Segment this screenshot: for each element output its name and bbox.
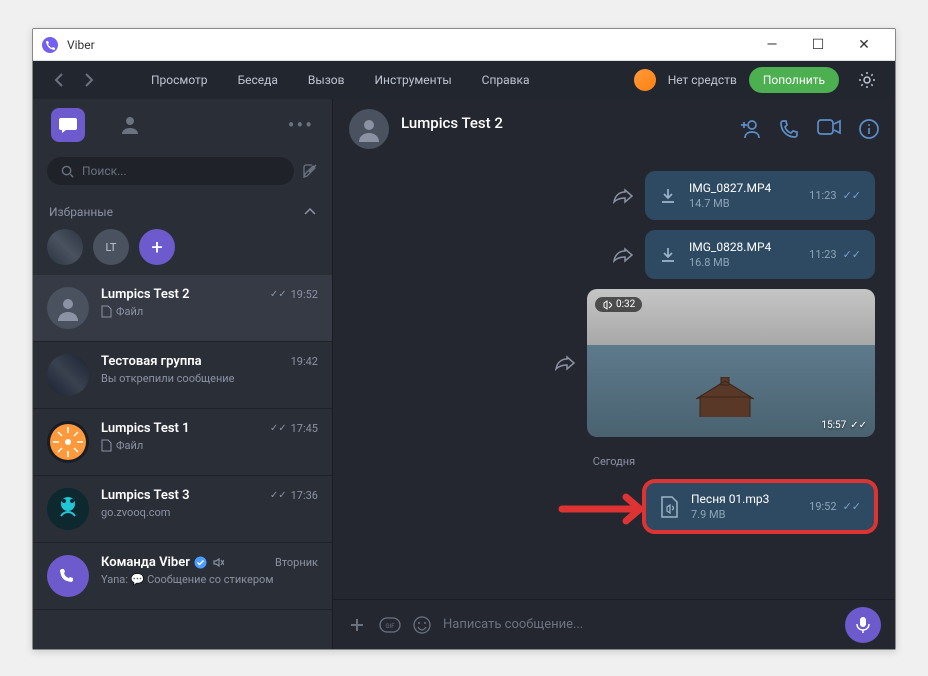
chat-name: Тестовая группа [101,354,291,369]
info-button[interactable] [859,119,879,139]
chat-avatar [47,287,89,329]
topup-button[interactable]: Пополнить [749,67,839,93]
file-message[interactable]: IMG_0827.MP4 14.7 MB 11:23✓✓ [645,171,875,220]
header-status [401,132,503,145]
mic-button[interactable] [845,607,881,643]
file-icon [101,439,112,452]
window-title: Viber [67,38,749,52]
menu-chat[interactable]: Беседа [224,73,292,87]
video-message[interactable]: 0:32 15:57 ✓✓ [587,289,875,437]
date-divider: Сегодня [353,447,875,472]
menu-call[interactable]: Вызов [294,73,359,87]
chat-item[interactable]: Lumpics Test 2✓✓19:52 Файл [33,275,332,342]
header-avatar[interactable] [349,109,389,149]
close-button[interactable]: ✕ [841,29,887,60]
favorites-row: LT + [33,225,332,275]
chat-name: Lumpics Test 1 [101,421,270,436]
menubar: Просмотр Беседа Вызов Инструменты Справк… [33,61,895,99]
chat-header: Lumpics Test 2 [333,99,895,159]
sidebar: ••• Поиск... Избранные LT + [33,99,333,649]
sticker-button[interactable] [413,616,431,634]
contacts-tab[interactable] [113,108,147,142]
verified-icon [194,556,207,569]
video-call-button[interactable] [817,119,841,139]
settings-button[interactable] [851,70,883,90]
nav-back-button[interactable] [45,66,73,94]
search-input[interactable]: Поиск... [47,157,294,185]
fav-avatar-1[interactable] [47,229,83,265]
download-icon [659,246,677,264]
file-icon [101,305,112,318]
chat-item[interactable]: Lumpics Test 1✓✓17:45 Файл [33,409,332,476]
download-icon [659,187,677,205]
file-message[interactable]: IMG_0828.MP4 16.8 MB 11:23✓✓ [645,230,875,279]
composer: GIF Написать сообщение... [333,599,895,649]
compose-button[interactable] [302,163,318,179]
chat-item[interactable]: Lumpics Test 3✓✓17:36 go.zvooq.com [33,476,332,543]
add-contact-button[interactable] [739,119,761,139]
chat-list: Lumpics Test 2✓✓19:52 Файл Тестовая груп… [33,275,332,649]
chat-item[interactable]: Команда Viber Вторник Yana: 💬 Сообщение … [33,543,332,610]
chat-item[interactable]: Тестовая группа19:42 Вы открепили сообще… [33,342,332,409]
fav-add-button[interactable]: + [139,229,175,265]
file-message-highlighted[interactable]: Песня 01.mp3 7.9 MB 19:52✓✓ [645,482,875,531]
svg-text:GIF: GIF [385,623,395,630]
chat-avatar [47,555,89,597]
chat-avatar [47,421,89,463]
maximize-button[interactable]: ☐ [795,29,841,60]
forward-button[interactable] [613,188,633,204]
chat-name: Lumpics Test 3 [101,488,270,503]
messages: IMG_0827.MP4 14.7 MB 11:23✓✓ IMG_0828.MP… [333,159,895,599]
menu-help[interactable]: Справка [468,73,544,87]
voice-call-button[interactable] [779,119,799,139]
audio-file-icon [659,496,679,518]
titlebar: Viber — ☐ ✕ [33,29,895,61]
chat-name: Команда Viber [101,555,275,570]
annotation-arrow [558,492,654,526]
nav-fwd-button[interactable] [75,66,103,94]
chat-avatar [47,488,89,530]
more-tab[interactable]: ••• [288,113,314,137]
favorites-header[interactable]: Избранные [33,195,332,225]
chat-avatar [47,354,89,396]
header-name: Lumpics Test 2 [401,114,503,132]
fav-avatar-2[interactable]: LT [93,229,129,265]
menu-tools[interactable]: Инструменты [361,73,466,87]
chat-name: Lumpics Test 2 [101,287,270,302]
balance-icon [634,69,656,91]
search-icon [61,165,74,178]
main-panel: Lumpics Test 2 IMG_0827.M [333,99,895,649]
attach-button[interactable] [347,615,367,635]
gif-button[interactable]: GIF [379,617,401,633]
message-input[interactable]: Написать сообщение... [443,617,833,632]
minimize-button[interactable]: — [749,29,795,60]
balance-text: Нет средств [668,73,737,87]
muted-icon [211,556,224,569]
video-duration: 0:32 [595,297,642,312]
forward-button[interactable] [555,355,575,371]
search-placeholder: Поиск... [82,164,127,178]
chats-tab[interactable] [51,108,85,142]
viber-logo-icon [41,36,59,54]
menu-view[interactable]: Просмотр [137,73,222,87]
forward-button[interactable] [613,247,633,263]
chevron-up-icon [304,208,316,216]
